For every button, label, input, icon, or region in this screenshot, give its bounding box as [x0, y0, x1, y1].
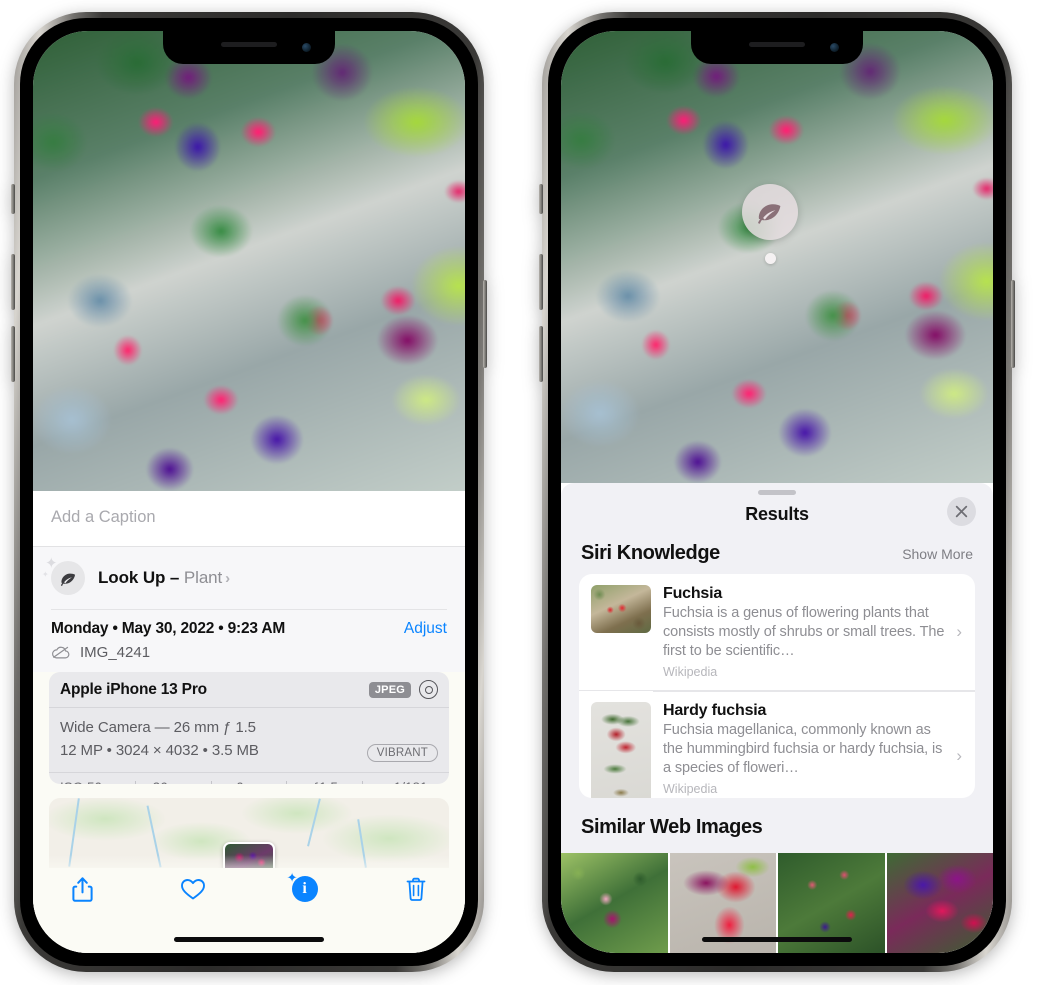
- trash-icon: [406, 877, 426, 901]
- photo-filename: IMG_4241: [80, 644, 151, 661]
- knowledge-source: Wikipedia: [663, 782, 718, 797]
- web-image-thumbnail[interactable]: [886, 853, 993, 953]
- close-button[interactable]: [947, 496, 976, 526]
- fuchsia-photo-image: [33, 31, 465, 491]
- heart-icon: [181, 879, 206, 900]
- camera-header: Apple iPhone 13 Pro JPEG: [49, 672, 449, 708]
- look-up-title: Look Up: [98, 568, 166, 587]
- phone-right-screen: Results Siri Knowledge Show More Fuchsia…: [561, 31, 993, 953]
- knowledge-item-hardy-fuchsia[interactable]: Hardy fuchsia Fuchsia magellanica, commo…: [579, 689, 975, 798]
- knowledge-title: Fuchsia: [663, 584, 723, 602]
- web-image-thumbnail[interactable]: [561, 853, 670, 953]
- knowledge-title: Hardy fuchsia: [663, 701, 767, 719]
- phone-right: Results Siri Knowledge Show More Fuchsia…: [539, 12, 1015, 972]
- camera-device-name: Apple iPhone 13 Pro: [60, 680, 207, 698]
- camera-header-tags: JPEG: [368, 680, 438, 699]
- exif-shutter: 1/181 s: [363, 780, 438, 785]
- look-up-label: Look Up – Plant ›: [98, 568, 230, 588]
- knowledge-text: Hardy fuchsia Fuchsia magellanica, commo…: [663, 702, 963, 796]
- silent-switch[interactable]: [11, 184, 15, 214]
- leaf-icon: ✦ ✦: [42, 556, 85, 595]
- section-title: Similar Web Images: [581, 816, 763, 838]
- sparkle-icon: ✦: [45, 555, 58, 572]
- chevron-right-icon: ›: [225, 570, 231, 587]
- home-indicator[interactable]: [702, 937, 852, 942]
- photo-viewer-left[interactable]: [33, 31, 465, 491]
- knowledge-item-fuchsia[interactable]: Fuchsia Fuchsia is a genus of flowering …: [579, 574, 975, 690]
- sheet-header: Results: [561, 495, 993, 539]
- close-icon: [955, 505, 968, 517]
- results-sheet: Results Siri Knowledge Show More Fuchsia…: [561, 483, 993, 953]
- earpiece-speaker: [221, 42, 277, 47]
- delete-button[interactable]: [393, 869, 439, 909]
- share-button[interactable]: [59, 869, 105, 909]
- knowledge-description: Fuchsia magellanica, commonly known as t…: [663, 721, 943, 777]
- photographic-style-badge: VIBRANT: [366, 743, 438, 762]
- visual-lookup-leaf-badge[interactable]: [742, 184, 798, 240]
- fuchsia-photo-image: [561, 31, 993, 483]
- knowledge-description: Fuchsia is a genus of flowering plants t…: [663, 604, 945, 659]
- format-badge: JPEG: [368, 681, 411, 698]
- cloud-slash-icon: [52, 646, 70, 659]
- notch: [163, 31, 335, 64]
- camera-exif-row: ISO 50 26 mm 0 ev ƒ1.5 1/181 s: [49, 773, 449, 785]
- volume-up-button[interactable]: [11, 254, 15, 310]
- notch: [691, 31, 863, 64]
- volume-down-button[interactable]: [11, 326, 15, 382]
- visual-lookup-anchor-dot: [765, 253, 776, 264]
- volume-down-button[interactable]: [539, 326, 543, 382]
- phone-left: Add a Caption ✦ ✦ Look Up – Plant › Mond…: [11, 12, 487, 972]
- phone-right-bezel: Results Siri Knowledge Show More Fuchsia…: [548, 18, 1006, 966]
- chevron-right-icon: ›: [956, 745, 962, 765]
- silent-switch[interactable]: [539, 184, 543, 214]
- date-row: Monday • May 30, 2022 • 9:23 AM Adjust: [51, 609, 447, 642]
- look-up-row[interactable]: ✦ ✦ Look Up – Plant ›: [33, 547, 465, 609]
- sheet-title: Results: [745, 503, 809, 524]
- share-icon: [71, 876, 93, 902]
- knowledge-text: Fuchsia Fuchsia is a genus of flowering …: [663, 585, 963, 679]
- photo-viewer-right[interactable]: [561, 31, 993, 483]
- sparkle-small-icon: ✦: [42, 570, 49, 579]
- exif-iso: ISO 50: [60, 780, 135, 785]
- caption-input[interactable]: Add a Caption: [33, 491, 465, 547]
- earpiece-speaker: [749, 42, 805, 47]
- similar-web-images-header: Similar Web Images: [561, 798, 993, 848]
- knowledge-thumbnail: [591, 701, 651, 798]
- volume-up-button[interactable]: [539, 254, 543, 310]
- look-up-dash: –: [165, 568, 184, 587]
- siri-knowledge-header: Siri Knowledge Show More: [561, 539, 993, 574]
- phone-left-bezel: Add a Caption ✦ ✦ Look Up – Plant › Mond…: [20, 18, 478, 966]
- photo-date: Monday • May 30, 2022 • 9:23 AM: [51, 620, 286, 637]
- power-button[interactable]: [483, 280, 487, 368]
- leaf-icon: [758, 204, 781, 224]
- camera-info-card[interactable]: Apple iPhone 13 Pro JPEG Wide Camera — 2…: [49, 672, 449, 785]
- power-button[interactable]: [1011, 280, 1015, 368]
- filename-row: IMG_4241: [33, 642, 465, 672]
- exif-ev: 0 ev: [212, 780, 287, 785]
- row-separator: [653, 690, 975, 692]
- chevron-right-icon: ›: [956, 621, 962, 641]
- adjust-button[interactable]: Adjust: [404, 620, 447, 638]
- phone-left-screen: Add a Caption ✦ ✦ Look Up – Plant › Mond…: [33, 31, 465, 953]
- camera-lens-line: Wide Camera — 26 mm ƒ 1.5: [60, 719, 256, 736]
- look-up-subject: Plant: [183, 568, 223, 587]
- siri-knowledge-card: Fuchsia Fuchsia is a genus of flowering …: [579, 573, 975, 798]
- raw-circle-icon: [419, 680, 438, 699]
- home-indicator[interactable]: [174, 937, 324, 942]
- knowledge-thumbnail: [591, 584, 651, 633]
- knowledge-source: Wikipedia: [663, 664, 718, 679]
- front-camera-icon: [830, 43, 839, 52]
- exif-focal: 26 mm: [136, 780, 211, 785]
- section-title: Siri Knowledge: [581, 541, 720, 564]
- front-camera-icon: [302, 43, 311, 52]
- exif-aperture: ƒ1.5: [287, 780, 362, 785]
- camera-body: Wide Camera — 26 mm ƒ 1.5 12 MP • 3024 ×…: [49, 708, 449, 773]
- sparkle-icon: ✦: [286, 870, 298, 885]
- photo-toolbar: ✦ i: [33, 869, 465, 909]
- show-more-button[interactable]: Show More: [902, 546, 973, 562]
- favorite-button[interactable]: [170, 869, 216, 909]
- info-button[interactable]: ✦ i: [282, 869, 328, 909]
